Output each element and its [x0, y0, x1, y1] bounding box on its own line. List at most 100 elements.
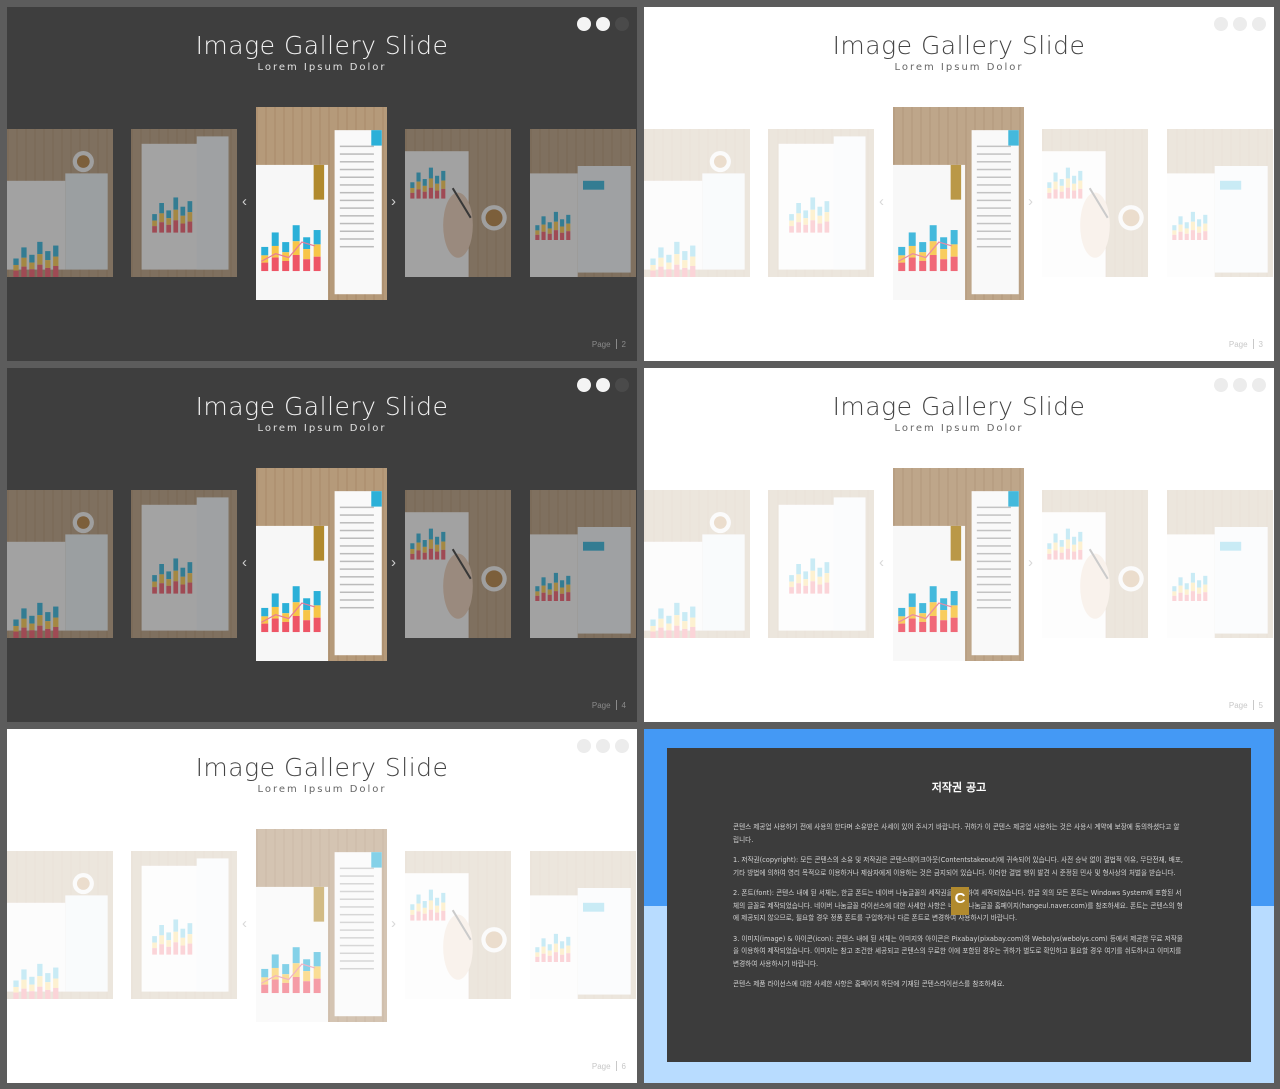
page-value: 4	[621, 700, 626, 710]
gallery-image-active[interactable]	[256, 829, 387, 1022]
gallery-image-active[interactable]	[256, 107, 387, 300]
image-overlay	[530, 129, 636, 277]
page-number: Page 4	[592, 700, 626, 710]
pinterest-icon[interactable]	[577, 17, 591, 31]
image-overlay	[131, 490, 237, 638]
pinterest-icon[interactable]	[577, 378, 591, 392]
instagram-icon[interactable]	[596, 739, 610, 753]
slide-4: Image Gallery Slide Lorem Ipsum Dolor ‹ › Pa…	[7, 368, 637, 722]
gallery-image[interactable]	[644, 129, 750, 277]
gallery-image[interactable]	[7, 129, 113, 277]
page-number: Page 5	[1229, 700, 1263, 710]
page-number: Page 2	[592, 339, 626, 349]
image-overlay	[256, 468, 387, 661]
gallery-image[interactable]	[131, 490, 237, 638]
facebook-icon[interactable]	[615, 378, 629, 392]
social-icons	[577, 378, 629, 392]
page-value: 6	[621, 1061, 626, 1071]
copyright-intro: 콘텐스 제공업 사용하기 전에 사용의 한다며 소유받은 사세이 있어 주시기 …	[733, 823, 1180, 844]
pinterest-icon[interactable]	[1214, 378, 1228, 392]
brand-logo: C	[951, 887, 969, 915]
image-overlay	[644, 129, 750, 277]
gallery-image[interactable]	[530, 129, 636, 277]
next-arrow-icon[interactable]: ›	[1028, 193, 1033, 210]
gallery-image-active[interactable]	[893, 468, 1024, 661]
slide-subtitle: Lorem Ipsum Dolor	[257, 62, 387, 73]
gallery-image[interactable]	[1042, 490, 1148, 638]
gallery-image[interactable]	[530, 851, 636, 999]
image-overlay	[1167, 490, 1273, 638]
gallery-image[interactable]	[1167, 490, 1273, 638]
image-overlay	[644, 490, 750, 638]
slide-title: Image Gallery Slide	[195, 31, 449, 60]
gallery-image[interactable]	[131, 129, 237, 277]
gallery-image[interactable]	[1042, 129, 1148, 277]
image-overlay	[530, 851, 636, 999]
next-arrow-icon[interactable]: ›	[391, 554, 396, 571]
slide-title: Image Gallery Slide	[195, 392, 449, 421]
prev-arrow-icon[interactable]: ‹	[242, 193, 247, 210]
prev-arrow-icon[interactable]: ‹	[242, 915, 247, 932]
instagram-icon[interactable]	[596, 17, 610, 31]
page-divider	[615, 339, 617, 349]
gallery-image[interactable]	[530, 490, 636, 638]
social-icons	[577, 17, 629, 31]
image-overlay	[1042, 129, 1148, 277]
prev-arrow-icon[interactable]: ‹	[879, 193, 884, 210]
slide-6: Image Gallery Slide Lorem Ipsum Dolor ‹ › Pa…	[7, 729, 637, 1083]
slide-2: Image Gallery Slide Lorem Ipsum Dolor ‹ › Pa…	[7, 7, 637, 361]
facebook-icon[interactable]	[1252, 17, 1266, 31]
image-overlay	[7, 490, 113, 638]
page-number: Page 3	[1229, 339, 1263, 349]
pinterest-icon[interactable]	[577, 739, 591, 753]
image-overlay	[530, 490, 636, 638]
gallery-image[interactable]	[7, 490, 113, 638]
facebook-icon[interactable]	[1252, 378, 1266, 392]
gallery-image[interactable]	[405, 490, 511, 638]
page-label: Page	[591, 700, 611, 710]
slide-subtitle: Lorem Ipsum Dolor	[257, 423, 387, 434]
page-label: Page	[591, 339, 611, 349]
copyright-section-copyright: 1. 저작권(copyright): 모든 콘텐스의 소유 및 저작권은 콘텐스…	[733, 856, 1183, 877]
slide-subtitle: Lorem Ipsum Dolor	[894, 62, 1024, 73]
image-overlay	[768, 129, 874, 277]
image-overlay	[7, 851, 113, 999]
gallery-image[interactable]	[1167, 129, 1273, 277]
copyright-panel: 저작권 공고 콘텐스 제공업 사용하기 전에 사용의 한다며 소유받은 사세이 …	[667, 748, 1251, 1062]
instagram-icon[interactable]	[596, 378, 610, 392]
gallery-image-active[interactable]	[256, 468, 387, 661]
page-value: 5	[1258, 700, 1263, 710]
gallery-image[interactable]	[7, 851, 113, 999]
copyright-title: 저작권 공고	[931, 781, 987, 794]
next-arrow-icon[interactable]: ›	[391, 193, 396, 210]
page-divider	[615, 700, 617, 710]
gallery-image[interactable]	[131, 851, 237, 999]
image-overlay	[131, 851, 237, 999]
copyright-slide: 저작권 공고 콘텐스 제공업 사용하기 전에 사용의 한다며 소유받은 사세이 …	[644, 729, 1274, 1083]
social-icons	[577, 739, 629, 753]
gallery-image[interactable]	[405, 129, 511, 277]
gallery-image[interactable]	[768, 129, 874, 277]
prev-arrow-icon[interactable]: ‹	[879, 554, 884, 571]
image-overlay	[1167, 129, 1273, 277]
pinterest-icon[interactable]	[1214, 17, 1228, 31]
slide-title: Image Gallery Slide	[832, 392, 1086, 421]
gallery-image-active[interactable]	[893, 107, 1024, 300]
image-overlay	[768, 490, 874, 638]
instagram-icon[interactable]	[1233, 378, 1247, 392]
gallery-image[interactable]	[405, 851, 511, 999]
slide-subtitle: Lorem Ipsum Dolor	[257, 784, 387, 795]
instagram-icon[interactable]	[1233, 17, 1247, 31]
next-arrow-icon[interactable]: ›	[391, 915, 396, 932]
facebook-icon[interactable]	[615, 739, 629, 753]
gallery-image[interactable]	[768, 490, 874, 638]
gallery-image[interactable]	[644, 490, 750, 638]
page-label: Page	[591, 1061, 611, 1071]
prev-arrow-icon[interactable]: ‹	[242, 554, 247, 571]
facebook-icon[interactable]	[615, 17, 629, 31]
next-arrow-icon[interactable]: ›	[1028, 554, 1033, 571]
image-overlay	[893, 468, 1024, 661]
page-value: 3	[1258, 339, 1263, 349]
page-divider	[615, 1061, 617, 1071]
page-number: Page 6	[592, 1061, 626, 1071]
